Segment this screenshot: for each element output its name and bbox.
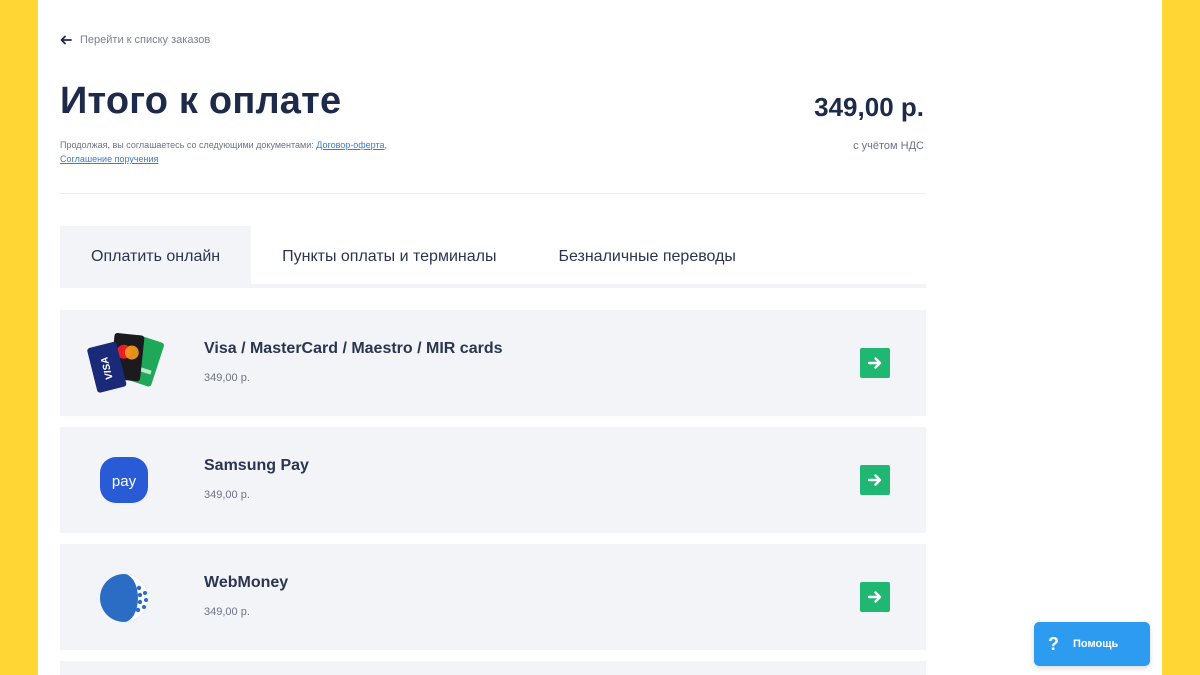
arrow-right-icon	[867, 474, 882, 486]
payment-methods-list: VISA Visa / MasterCard / Maestro / MIR c…	[60, 310, 926, 675]
payment-tabs: Оплатить онлайн Пункты оплаты и терминал…	[60, 226, 926, 288]
webmoney-icon	[82, 562, 168, 632]
agreement-note: Продолжая, вы соглашаетесь со следующими…	[60, 140, 388, 164]
method-name: Samsung Pay	[204, 457, 309, 474]
payment-method-samsung-pay[interactable]: pay Samsung Pay 349,00 р.	[60, 427, 926, 533]
payment-method-cards[interactable]: VISA Visa / MasterCard / Maestro / MIR c…	[60, 310, 926, 416]
agreement-text: Продолжая, вы соглашаетесь со следующими…	[60, 140, 314, 150]
back-to-orders-link[interactable]: Перейти к списку заказов	[60, 32, 210, 48]
vat-note: с учётом НДС	[853, 140, 924, 152]
method-price: 349,00 р.	[204, 372, 250, 384]
samsung-pay-logo-text: pay	[112, 473, 137, 490]
total-amount: 349,00 р.	[814, 92, 924, 122]
samsung-pay-icon: pay	[82, 445, 168, 515]
method-name: WebMoney	[204, 574, 289, 591]
tab-payment-points[interactable]: Пункты оплаты и терминалы	[251, 226, 527, 288]
help-button[interactable]: ? Помощь	[1034, 622, 1150, 666]
tab-bank-transfers[interactable]: Безналичные переводы	[527, 226, 766, 288]
arrow-right-icon	[867, 591, 882, 603]
assignment-agreement-link[interactable]: Соглашение поручения	[60, 154, 158, 164]
payment-page: Перейти к списку заказов Итого к оплате …	[38, 0, 1162, 675]
method-name: Visa / MasterCard / Maestro / MIR cards	[204, 340, 503, 357]
payment-method-next-partial[interactable]	[60, 661, 926, 675]
help-button-label: Помощь	[1073, 638, 1119, 650]
back-link-label: Перейти к списку заказов	[80, 34, 211, 46]
arrow-right-icon	[867, 357, 882, 369]
offer-agreement-link[interactable]: Договор-оферта	[316, 140, 384, 150]
tab-pay-online[interactable]: Оплатить онлайн	[60, 226, 252, 288]
arrow-left-icon	[60, 35, 72, 45]
payment-method-webmoney[interactable]: WebMoney 349,00 р.	[60, 544, 926, 650]
question-icon: ?	[1048, 633, 1059, 654]
pay-arrow-button[interactable]	[860, 348, 890, 378]
divider	[60, 193, 926, 194]
pay-arrow-button[interactable]	[860, 582, 890, 612]
pay-arrow-button[interactable]	[860, 465, 890, 495]
method-price: 349,00 р.	[204, 489, 250, 501]
cards-icon: VISA	[82, 328, 168, 398]
method-price: 349,00 р.	[204, 606, 250, 618]
page-title: Итого к оплате	[60, 80, 342, 122]
